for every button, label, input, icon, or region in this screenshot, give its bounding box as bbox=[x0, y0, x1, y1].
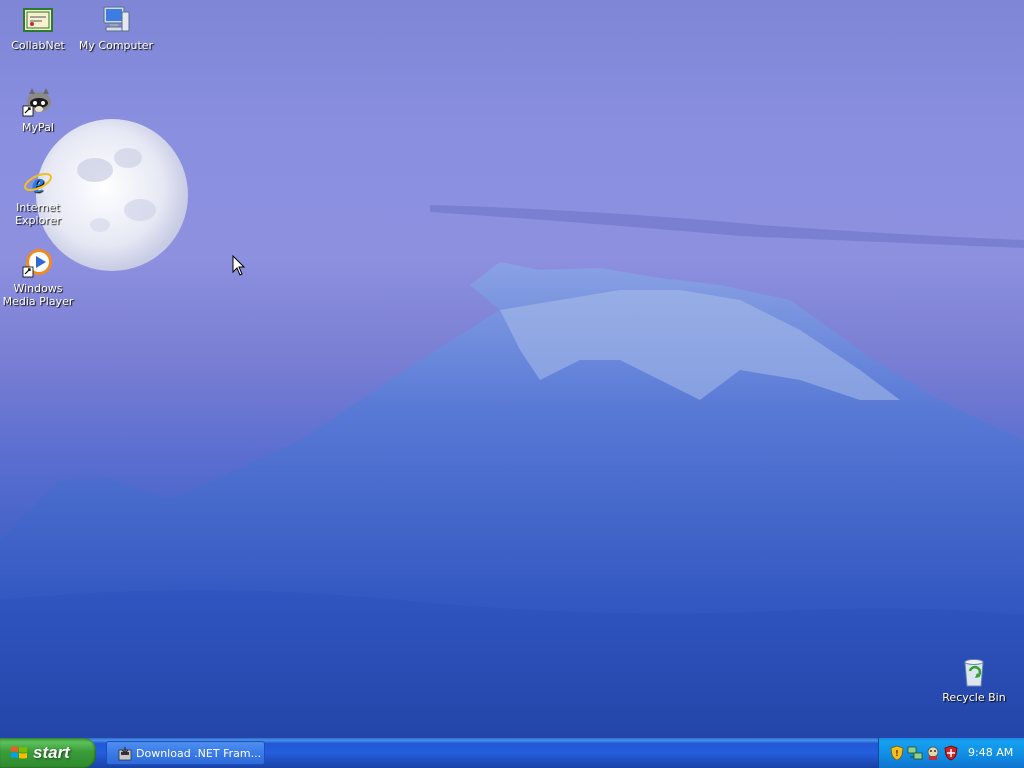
desktop-icon-my-computer[interactable]: My Computer bbox=[78, 4, 154, 52]
taskbar: start Download .NET Fram... ! 9:48 AM bbox=[0, 738, 1024, 768]
system-tray: ! 9:48 AM bbox=[878, 738, 1024, 768]
agent-icon[interactable] bbox=[925, 745, 941, 761]
desktop-icon-label: CollabNet bbox=[11, 39, 65, 52]
desktop-icon-internet-explorer[interactable]: e Internet Explorer bbox=[0, 166, 76, 227]
desktop-icon-mypal[interactable]: MyPal bbox=[0, 86, 76, 134]
my-computer-icon bbox=[103, 6, 130, 32]
start-button[interactable]: start bbox=[0, 738, 96, 768]
windows-media-player-icon bbox=[22, 249, 52, 278]
windows-logo-icon bbox=[11, 746, 27, 759]
desktop-icon-label: MyPal bbox=[22, 121, 54, 134]
collabnet-certificate-icon bbox=[23, 8, 53, 32]
desktop-icon-windows-media-player[interactable]: Windows Media Player bbox=[0, 247, 76, 308]
wallpaper-mountain-moon bbox=[0, 119, 1024, 738]
clock[interactable]: 9:48 AM bbox=[968, 746, 1013, 759]
desktop: CollabNet My Computer MyPal e Internet E… bbox=[0, 0, 1024, 738]
taskbar-button-download-dotnet[interactable]: Download .NET Fram... bbox=[106, 741, 265, 765]
mouse-cursor-icon bbox=[232, 255, 246, 276]
taskbar-button-label: Download .NET Fram... bbox=[136, 747, 262, 760]
security-shield-icon[interactable]: ! bbox=[889, 745, 905, 761]
desktop-icon-label: Internet Explorer bbox=[15, 201, 61, 227]
desktop-icon-label: Windows Media Player bbox=[2, 282, 74, 308]
svg-text:!: ! bbox=[895, 749, 899, 758]
mypal-raccoon-icon bbox=[22, 88, 51, 117]
desktop-icon-collabnet[interactable]: CollabNet bbox=[0, 4, 76, 52]
network-icon[interactable] bbox=[907, 745, 923, 761]
recycle-bin-icon bbox=[964, 659, 984, 687]
installer-icon bbox=[118, 747, 132, 761]
internet-explorer-icon: e bbox=[24, 168, 52, 198]
start-label: start bbox=[33, 743, 70, 762]
desktop-icon-label: Recycle Bin bbox=[942, 691, 1006, 704]
security-center-icon[interactable] bbox=[943, 745, 959, 761]
desktop-icon-label: My Computer bbox=[78, 39, 154, 52]
svg-text:e: e bbox=[32, 168, 44, 198]
desktop-icon-recycle-bin[interactable]: Recycle Bin bbox=[936, 656, 1012, 704]
